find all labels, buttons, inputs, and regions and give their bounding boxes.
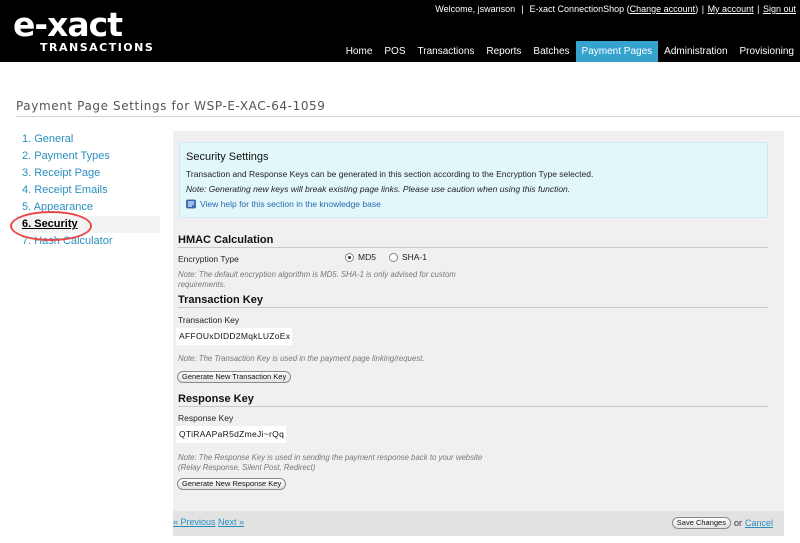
app-header: e-xact TRANSACTIONS Welcome, jswanson | … — [0, 0, 800, 62]
exact-logo[interactable]: e-xact TRANSACTIONS — [13, 5, 153, 56]
response-key-heading: Response Key — [178, 393, 254, 405]
menu-item-appearance[interactable]: 5. Appearance — [16, 199, 160, 216]
next-link[interactable]: Next » — [218, 517, 244, 527]
info-text: Transaction and Response Keys can be gen… — [186, 169, 594, 179]
my-account-link[interactable]: My account — [708, 4, 754, 14]
response-key-value[interactable]: QTiRAAPaR5dZmeJi~rQq — [176, 426, 286, 443]
encryption-type-radios: MD5 SHA-1 — [345, 252, 440, 262]
sign-out-link[interactable]: Sign out — [763, 4, 796, 14]
account-bar: Welcome, jswanson | E-xact ConnectionSho… — [435, 4, 796, 14]
title-divider — [16, 116, 800, 117]
hmac-heading: HMAC Calculation — [178, 234, 274, 246]
menu-item-receipt-emails[interactable]: 4. Receipt Emails — [16, 182, 160, 199]
transaction-key-value[interactable]: AFFOUxDIDD2MqkLUZoEx — [176, 328, 292, 345]
logo-wordmark: e-xact — [13, 5, 123, 44]
radio-sha1-label: SHA-1 — [401, 252, 427, 262]
save-changes-button[interactable]: Save Changes — [671, 517, 731, 529]
radio-md5[interactable]: MD5 — [345, 252, 376, 262]
or-text: or — [733, 518, 742, 528]
generate-response-key-button[interactable]: Generate New Response Key — [177, 478, 287, 490]
encryption-type-label: Encryption Type — [178, 254, 239, 264]
hmac-note-line2: requirements. — [178, 280, 226, 289]
transaction-key-heading: Transaction Key — [178, 294, 263, 306]
settings-menu: 1. General 2. Payment Types 3. Receipt P… — [16, 131, 160, 250]
menu-item-receipt-page[interactable]: 3. Receipt Page — [16, 165, 160, 182]
nav-transactions[interactable]: Transactions — [412, 41, 481, 62]
nav-pos[interactable]: POS — [378, 41, 411, 62]
logo-subtitle: TRANSACTIONS — [40, 41, 155, 54]
menu-item-payment-types[interactable]: 2. Payment Types — [16, 148, 160, 165]
menu-item-hash-calculator[interactable]: 7. Hash Calculator — [16, 233, 160, 250]
hmac-note: Note: The default encryption algorithm i… — [178, 270, 456, 290]
nav-provisioning[interactable]: Provisioning — [734, 41, 800, 62]
response-key-note: Note: The Response Key is used in sendin… — [178, 453, 482, 473]
response-key-note-line2: (Relay Response, Silent Post, Redirect) — [178, 463, 316, 472]
info-box: Security Settings Transaction and Respon… — [179, 142, 768, 218]
hmac-note-line1: Note: The default encryption algorithm i… — [178, 270, 456, 279]
response-key-note-line1: Note: The Response Key is used in sendin… — [178, 453, 483, 462]
nav-reports[interactable]: Reports — [480, 41, 527, 62]
response-key-divider — [178, 406, 768, 407]
nav-batches[interactable]: Batches — [527, 41, 575, 62]
info-note: Note: Generating new keys will break exi… — [186, 184, 571, 194]
menu-item-security[interactable]: 6. Security — [16, 216, 160, 233]
info-title: Security Settings — [186, 151, 269, 163]
transaction-key-note: Note: The Transaction Key is used in the… — [178, 354, 425, 363]
previous-link[interactable]: « Previous — [173, 517, 216, 527]
generate-transaction-key-button[interactable]: Generate New Transaction Key — [177, 371, 292, 383]
response-key-label: Response Key — [178, 413, 234, 423]
change-account-link[interactable]: Change account — [630, 4, 696, 14]
save-area: Save Changes or Cancel — [671, 517, 773, 529]
cancel-link[interactable]: Cancel — [745, 518, 773, 528]
radio-md5-label: MD5 — [358, 252, 376, 262]
help-book-icon — [186, 199, 196, 209]
main-nav: Home POS Transactions Reports Batches Pa… — [340, 41, 800, 62]
transaction-key-label: Transaction Key — [178, 315, 240, 325]
radio-sha1[interactable]: SHA-1 — [388, 252, 427, 262]
hmac-divider — [178, 247, 768, 248]
settings-panel: Security Settings Transaction and Respon… — [173, 131, 784, 536]
radio-sha1-indicator — [388, 252, 398, 262]
shop-name: E-xact ConnectionShop — [529, 4, 625, 14]
help-link-text: View help for this section in the knowle… — [200, 199, 381, 209]
page-title: Payment Page Settings for WSP-E-XAC-64-1… — [16, 99, 326, 113]
nav-administration[interactable]: Administration — [658, 41, 733, 62]
welcome-text: Welcome, jswanson — [435, 4, 516, 14]
pager: « Previous Next » — [173, 517, 244, 527]
help-link[interactable]: View help for this section in the knowle… — [186, 199, 381, 209]
nav-home[interactable]: Home — [340, 41, 379, 62]
nav-payment-pages[interactable]: Payment Pages — [575, 41, 659, 62]
radio-md5-indicator — [345, 252, 354, 262]
menu-item-general[interactable]: 1. General — [16, 131, 160, 148]
transaction-key-divider — [178, 307, 768, 308]
